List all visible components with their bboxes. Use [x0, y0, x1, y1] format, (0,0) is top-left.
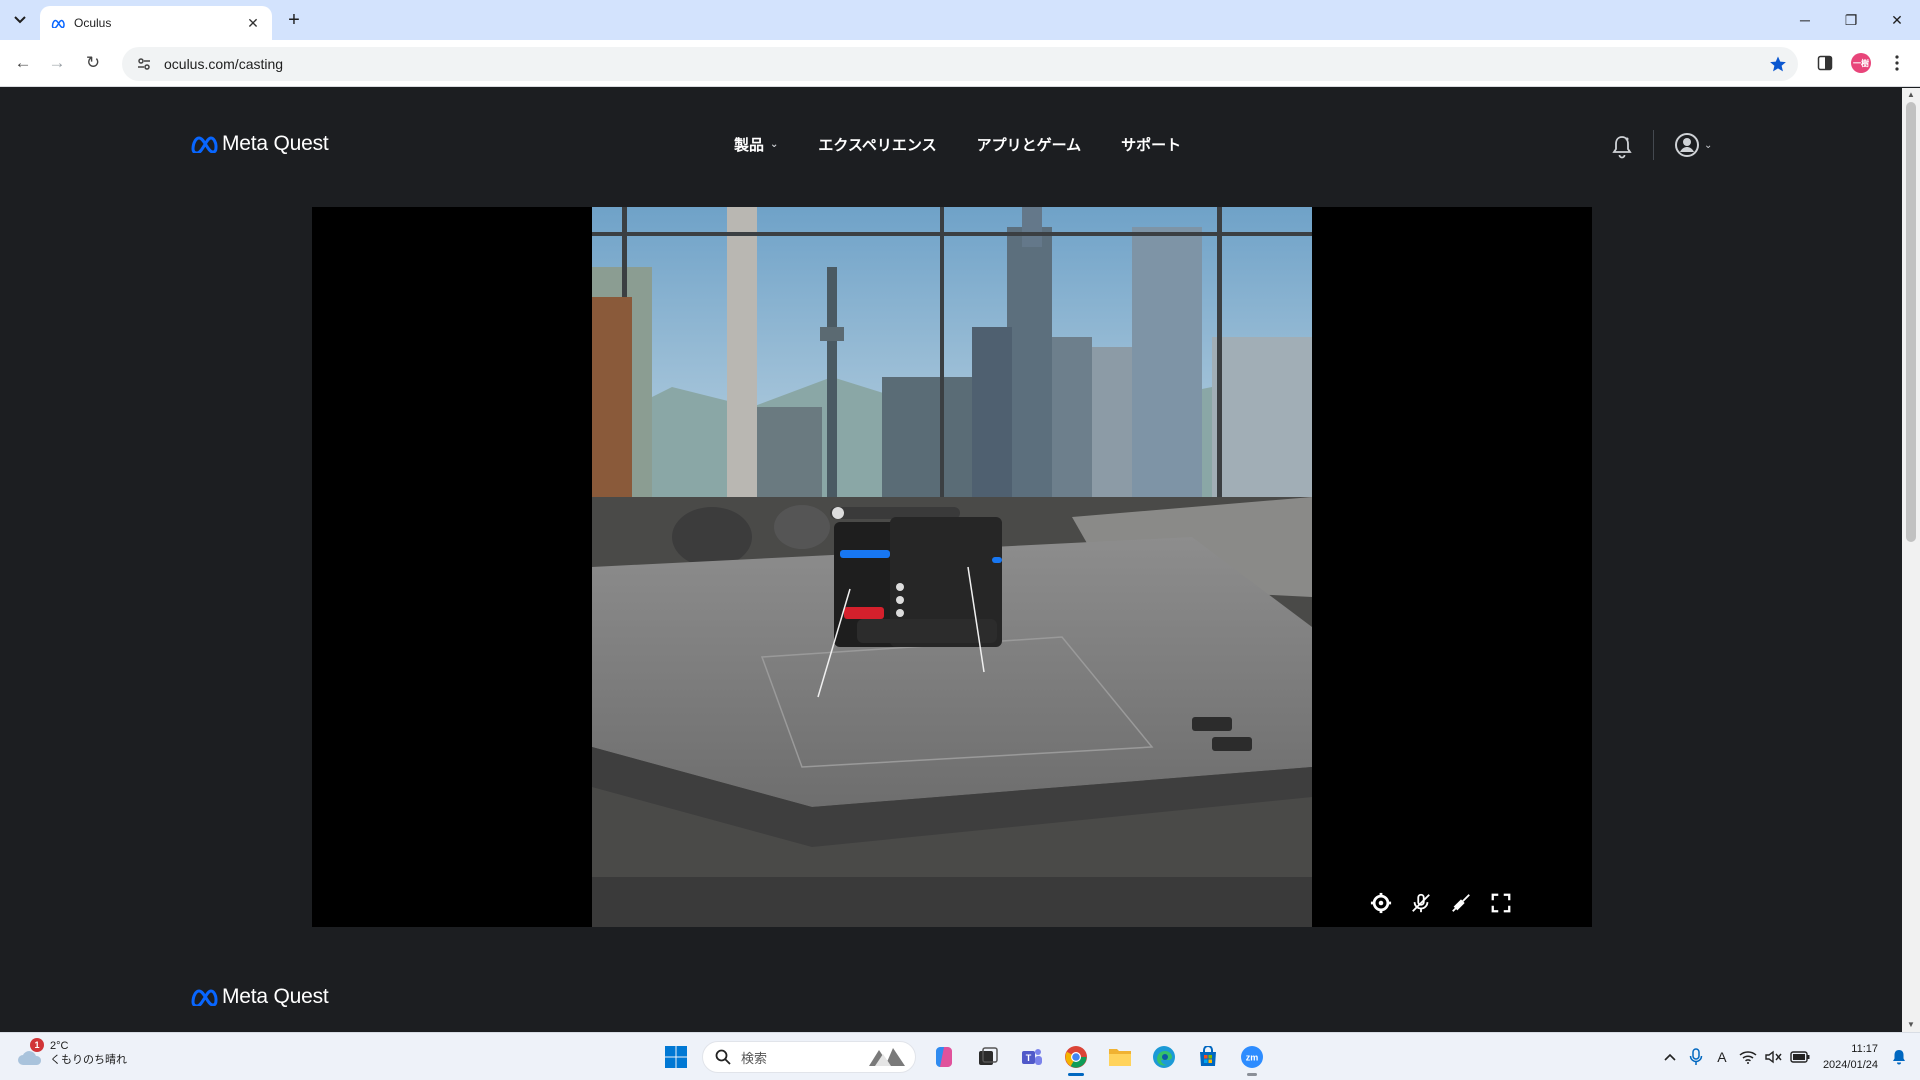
cast-video-frame	[312, 207, 1592, 927]
zoom-icon[interactable]: zm	[1232, 1037, 1272, 1077]
start-button[interactable]	[656, 1037, 696, 1077]
nav-products-label: 製品	[734, 137, 765, 154]
window-controls: ─ ❐ ✕	[1782, 0, 1920, 40]
footer-meta-quest-logo[interactable]: Meta Quest	[190, 985, 329, 1009]
ms-store-icon[interactable]	[1188, 1037, 1228, 1077]
volume-muted-icon[interactable]	[1761, 1037, 1787, 1077]
new-tab-button[interactable]: +	[282, 8, 306, 32]
nav-apps-games-label: アプリとゲーム	[976, 137, 1082, 154]
weather-temp: 2°C	[50, 1040, 69, 1052]
nav-support-label: サポート	[1121, 137, 1182, 154]
vr-scene-image	[592, 207, 1312, 877]
browser-toolbar: ← → ↻ oculus.com/casting 一樹	[0, 40, 1920, 87]
brand-name: Meta Quest	[222, 132, 329, 155]
forward-button[interactable]: →	[44, 50, 70, 76]
tab-strip: Oculus ✕ + ─ ❐ ✕	[0, 0, 1920, 40]
video-control-strip	[592, 877, 1312, 927]
browser-menu-icon[interactable]	[1884, 50, 1910, 76]
clock-date: 2024/01/24	[1822, 1059, 1878, 1071]
chrome-icon[interactable]	[1056, 1037, 1096, 1077]
system-tray: A 11:17 2024/01/24	[1657, 1033, 1920, 1080]
tab-search-button[interactable]	[8, 8, 32, 32]
mic-off-icon[interactable]	[1408, 890, 1434, 916]
edge-icon[interactable]	[1144, 1037, 1184, 1077]
page-content: Meta Quest 製品 ⌄ エクスペリエンス アプリとゲーム サポート ⌄	[0, 88, 1902, 1032]
svg-text:T: T	[1026, 1053, 1032, 1063]
account-menu[interactable]: ⌄	[1674, 132, 1712, 158]
running-indicator	[1068, 1073, 1084, 1076]
header-divider	[1653, 130, 1654, 160]
active-tab[interactable]: Oculus ✕	[40, 6, 272, 40]
fullscreen-icon[interactable]	[1488, 890, 1514, 916]
meta-favicon-icon	[50, 15, 66, 31]
url-text: oculus.com/casting	[164, 56, 284, 72]
nav-experiences[interactable]: エクスペリエンス	[818, 134, 936, 155]
nav-support[interactable]: サポート	[1121, 134, 1181, 155]
bookmark-star-icon[interactable]	[1764, 50, 1792, 78]
search-placeholder: 検索	[741, 1050, 768, 1066]
weather-badge: 1	[30, 1038, 44, 1052]
file-explorer-icon[interactable]	[1100, 1037, 1140, 1077]
notification-bell-icon[interactable]	[1610, 134, 1634, 160]
audio-off-icon[interactable]	[1448, 890, 1474, 916]
minimize-button[interactable]: ─	[1782, 0, 1828, 40]
battery-icon[interactable]	[1787, 1037, 1813, 1077]
scroll-down-icon[interactable]: ▼	[1905, 1020, 1917, 1030]
teams-icon[interactable]: T	[1012, 1037, 1052, 1077]
cast-controls	[1368, 890, 1514, 916]
weather-desc: くもりのち晴れ	[50, 1054, 127, 1066]
side-panel-icon[interactable]	[1812, 50, 1838, 76]
site-info-icon[interactable]	[134, 54, 154, 74]
meta-quest-logo[interactable]: Meta Quest	[190, 132, 329, 156]
svg-text:zm: zm	[1246, 1053, 1259, 1063]
meta-logo-icon	[191, 989, 218, 1006]
nav-products[interactable]: 製品 ⌄	[734, 134, 778, 155]
running-indicator	[1247, 1073, 1257, 1076]
clock-time: 11:17	[1851, 1043, 1878, 1055]
profile-button[interactable]: 一樹	[1848, 50, 1874, 76]
tray-overflow-chevron-icon[interactable]	[1657, 1037, 1683, 1077]
windows-taskbar: 1 2°C くもりのち晴れ 検索 T zm A 11:17 2024/01/24	[0, 1032, 1920, 1080]
restore-button[interactable]: ❐	[1828, 0, 1874, 40]
vr-cast-view	[592, 207, 1312, 877]
windows-logo-icon	[665, 1046, 687, 1068]
search-highlight-icon	[869, 1048, 905, 1066]
reload-button[interactable]: ↻	[80, 50, 106, 76]
ime-mode-indicator[interactable]: A	[1709, 1037, 1735, 1077]
notification-bell-icon[interactable]	[1886, 1037, 1912, 1077]
tab-close-icon[interactable]: ✕	[244, 15, 262, 32]
settings-icon[interactable]	[1368, 890, 1394, 916]
site-header: Meta Quest 製品 ⌄ エクスペリエンス アプリとゲーム サポート ⌄	[0, 88, 1902, 208]
back-button[interactable]: ←	[10, 50, 36, 76]
chevron-down-icon: ⌄	[770, 139, 779, 150]
address-bar[interactable]: oculus.com/casting	[122, 47, 1798, 81]
copilot-icon[interactable]	[924, 1037, 964, 1077]
weather-widget[interactable]: 1 2°C くもりのち晴れ	[16, 1038, 127, 1067]
tab-title: Oculus	[74, 16, 112, 30]
page-scrollbar[interactable]: ▲ ▼	[1902, 88, 1920, 1032]
nav-apps-games[interactable]: アプリとゲーム	[977, 134, 1082, 155]
nav-experiences-label: エクスペリエンス	[818, 137, 937, 154]
chevron-down-icon: ⌄	[1704, 139, 1713, 151]
meta-logo-icon	[191, 136, 218, 153]
task-view-icon[interactable]	[968, 1037, 1008, 1077]
footer-brand-name: Meta Quest	[222, 985, 329, 1008]
chevron-down-icon	[14, 16, 26, 24]
avatar: 一樹	[1851, 53, 1871, 73]
taskbar-apps: 検索 T zm	[656, 1037, 1274, 1077]
main-nav: 製品 ⌄ エクスペリエンス アプリとゲーム サポート	[734, 134, 1221, 155]
wifi-icon[interactable]	[1735, 1037, 1761, 1077]
account-icon	[1675, 133, 1699, 157]
scroll-thumb[interactable]	[1906, 102, 1916, 542]
scroll-up-icon[interactable]: ▲	[1905, 90, 1917, 100]
weather-text: 2°C くもりのち晴れ	[50, 1039, 127, 1067]
microphone-icon[interactable]	[1683, 1037, 1709, 1077]
close-window-button[interactable]: ✕	[1874, 0, 1920, 40]
system-clock[interactable]: 11:17 2024/01/24	[1823, 1041, 1878, 1073]
cloud-icon: 1	[16, 1038, 44, 1065]
taskbar-search[interactable]: 検索	[702, 1041, 916, 1073]
search-icon	[715, 1049, 731, 1065]
